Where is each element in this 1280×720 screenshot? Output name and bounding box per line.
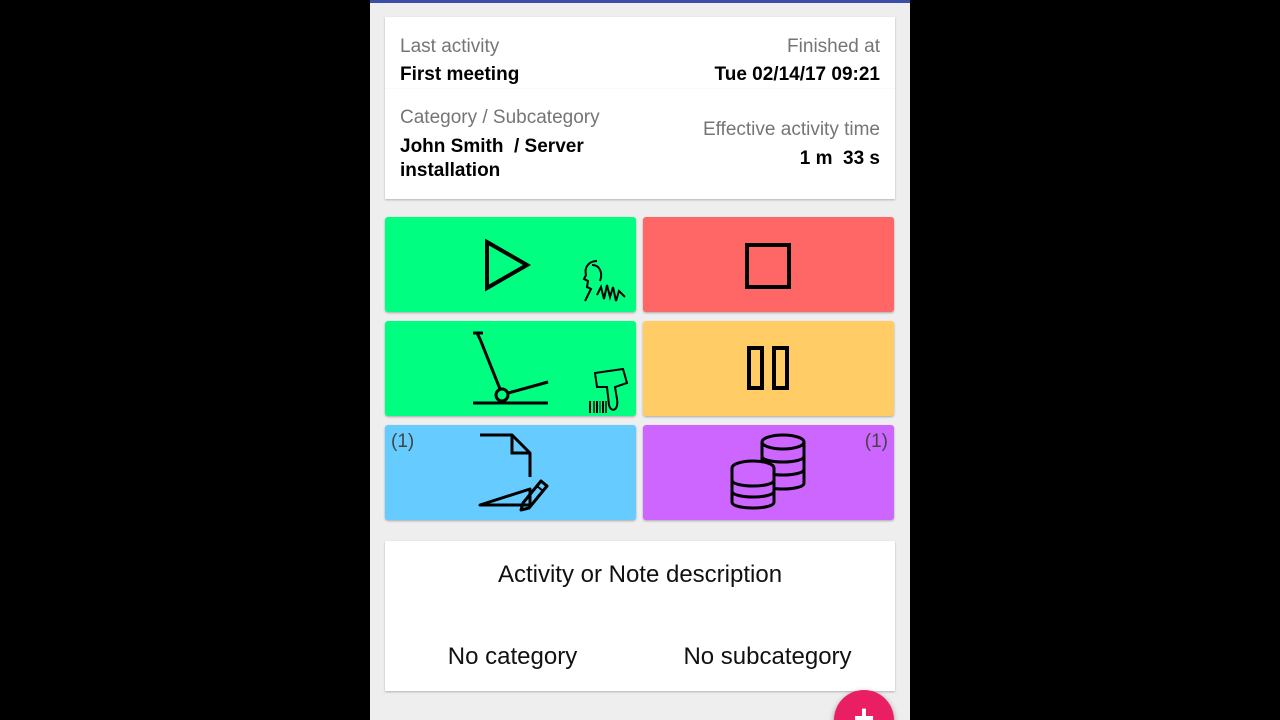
stop-button[interactable]: [643, 217, 894, 312]
scan-button[interactable]: [385, 321, 636, 416]
status-bar-line: [370, 0, 910, 3]
add-fab-button[interactable]: +: [834, 690, 894, 720]
last-activity-card[interactable]: Last activity First meeting Finished at …: [385, 17, 895, 89]
app-screen: Last activity First meeting Finished at …: [370, 0, 910, 720]
effective-time-value: 1 m 33 s: [799, 148, 880, 169]
subcategory-selector[interactable]: No subcategory: [640, 643, 895, 671]
finished-value: Tue 02/14/17 09:21: [714, 64, 880, 85]
category-label: Category / Subcategory: [400, 107, 600, 128]
expenses-button[interactable]: (1): [643, 425, 894, 520]
category-selector[interactable]: No category: [385, 643, 640, 671]
pause-icon: [747, 346, 789, 390]
stop-icon: [745, 243, 791, 289]
document-edit-icon: [478, 433, 549, 512]
barcode-gun-icon: [589, 367, 629, 413]
description-title: Activity or Note description: [497, 561, 783, 588]
last-activity-label: Last activity: [400, 36, 500, 57]
coins-stack-icon: [730, 433, 806, 510]
notes-button[interactable]: (1): [385, 425, 636, 520]
finished-label: Finished at: [787, 36, 880, 57]
last-activity-value: First meeting: [400, 64, 520, 85]
description-card[interactable]: Activity or Note description No category…: [385, 541, 895, 691]
pause-button[interactable]: [643, 321, 894, 416]
start-voice-button[interactable]: [385, 217, 636, 312]
voice-icon: [582, 260, 626, 302]
category-card[interactable]: Category / Subcategory John Smith / Serv…: [385, 89, 895, 199]
effective-time-label: Effective activity time: [702, 119, 880, 140]
category-value: John Smith / Server installation: [400, 136, 590, 181]
